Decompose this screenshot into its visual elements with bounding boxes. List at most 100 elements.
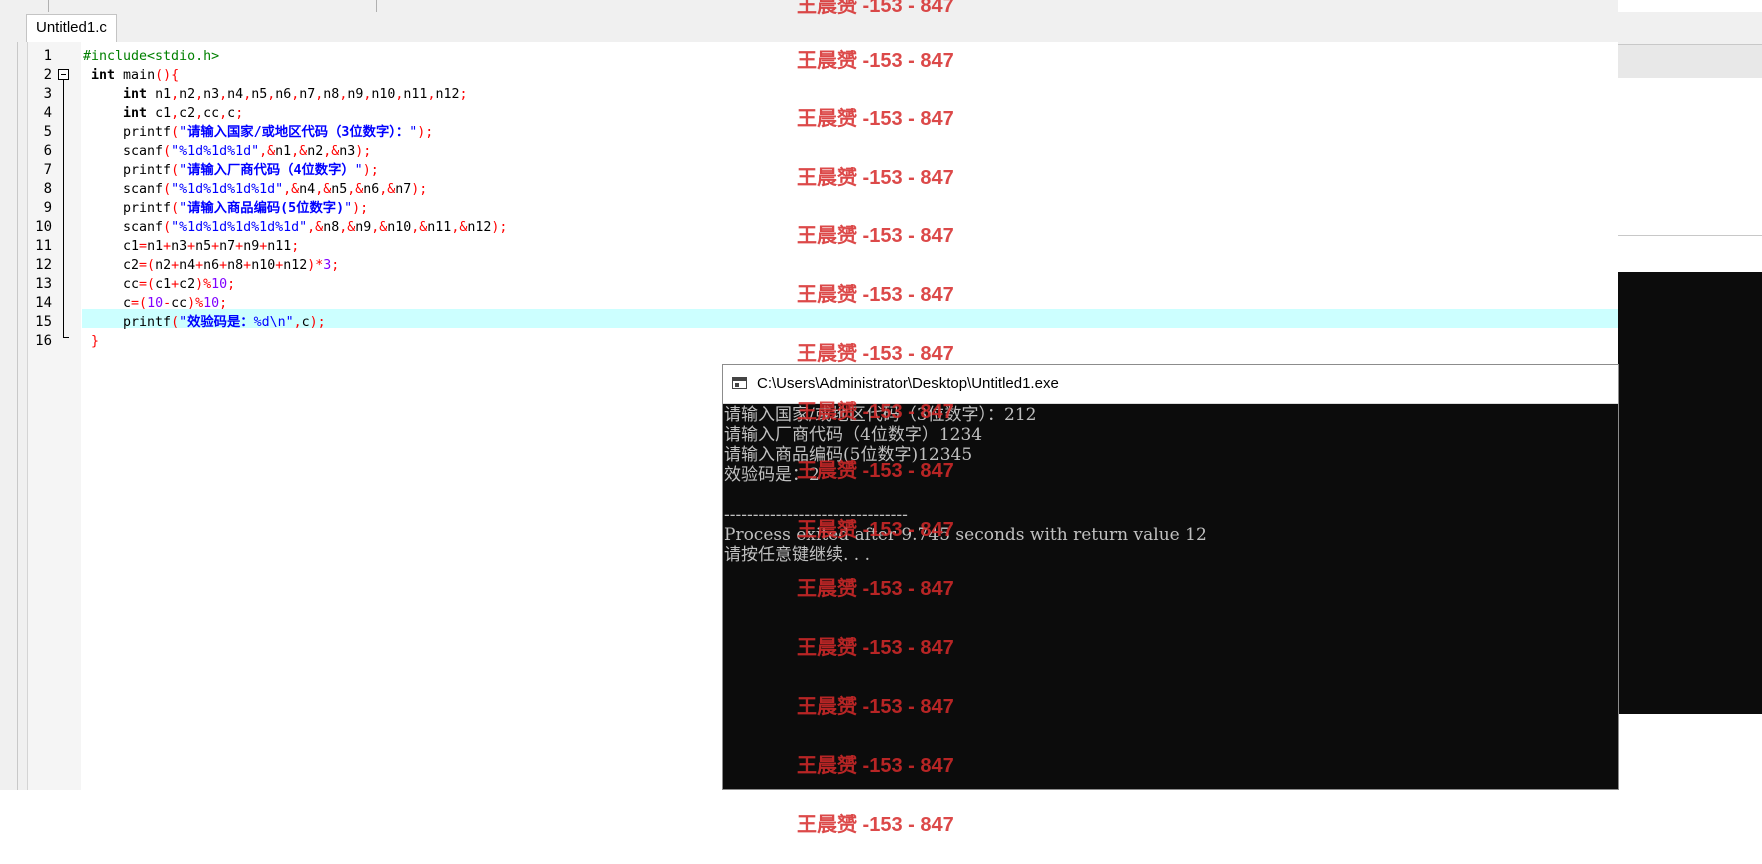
watermark-text: 王晨赟 -153 - 847 [797, 696, 954, 718]
code-token: + [163, 239, 172, 254]
code-token: " [344, 201, 353, 216]
console-app-icon [732, 377, 747, 389]
code-line[interactable]: printf("请输入商品编码(5位数字)"); [83, 199, 368, 218]
code-token: n11 [403, 87, 428, 102]
code-line[interactable]: printf("效验码是：%d\n",c); [83, 313, 326, 332]
code-token: ; [459, 87, 468, 102]
code-line[interactable]: #include<stdio.h> [83, 47, 219, 66]
code-line[interactable]: scanf("%1d%1d%1d",&n1,&n2,&n3); [83, 142, 371, 161]
code-token: ( [171, 315, 180, 330]
code-line[interactable]: printf("请输入厂商代码（4位数字）"); [83, 161, 379, 180]
code-token: printf [83, 125, 172, 140]
code-token: , [219, 106, 228, 121]
code-token: n10 [371, 87, 396, 102]
code-token: c [301, 315, 310, 330]
code-token: n4 [179, 258, 196, 273]
code-token: ,& [371, 220, 388, 235]
code-token: n10 [251, 258, 276, 273]
code-token: scanf [83, 220, 164, 235]
line-number: 13 [35, 276, 52, 292]
code-token: )% [195, 277, 212, 292]
code-token: 请输入商品编码(5位数字) [187, 201, 345, 216]
code-token: 10 [203, 296, 220, 311]
code-token: n12 [283, 258, 308, 273]
console-title-bar[interactable]: C:\Users\Administrator\Desktop\Untitled1… [723, 365, 1618, 404]
code-token: = [139, 239, 148, 254]
code-token: ( [163, 182, 172, 197]
watermark-text: 王晨赟 -153 - 847 [797, 814, 954, 836]
code-token: ,& [347, 182, 364, 197]
code-token: "%1d%1d%1d" [171, 144, 260, 159]
code-token: ( [171, 163, 180, 178]
code-token: ,& [323, 144, 340, 159]
code-token: 请输入国家/或地区代码（3位数字）： [187, 125, 410, 140]
code-token: n3 [203, 87, 220, 102]
watermark-text: 王晨赟 -153 - 847 [797, 343, 954, 365]
code-token: ); [355, 144, 372, 159]
code-token: c1 [83, 239, 140, 254]
code-token: 效验码是： [187, 315, 254, 330]
code-token: n2 [307, 144, 324, 159]
code-token: , [293, 315, 302, 330]
line-number: 12 [35, 257, 52, 273]
code-line[interactable]: int n1,n2,n3,n4,n5,n6,n7,n8,n9,n10,n11,n… [83, 85, 468, 104]
line-number: 6 [43, 143, 52, 159]
code-line[interactable]: int c1,c2,cc,c; [83, 104, 243, 123]
code-token: c1 [155, 277, 172, 292]
console-line: 请输入厂商代码（4位数字）1234 [724, 425, 983, 445]
code-token: ); [417, 125, 434, 140]
code-token: %d\n" [253, 315, 294, 330]
code-token: ); [362, 163, 379, 178]
code-token: n2 [155, 258, 172, 273]
fold-end-marker [63, 337, 69, 338]
code-token: , [195, 106, 204, 121]
code-line[interactable]: cc=(c1+c2)%10; [83, 275, 235, 294]
code-token: ,& [283, 182, 300, 197]
code-line[interactable]: printf("请输入国家/或地区代码（3位数字）："); [83, 123, 433, 142]
fold-guide-line [63, 80, 64, 337]
code-token: ( [163, 220, 172, 235]
code-line[interactable]: } [83, 332, 99, 351]
line-number: 14 [35, 295, 52, 311]
code-token: n12 [467, 220, 492, 235]
code-token: , [219, 87, 228, 102]
console-title: C:\Users\Administrator\Desktop\Untitled1… [757, 375, 1059, 392]
right-panel-content [1618, 78, 1762, 236]
code-token: " [179, 125, 188, 140]
code-token: "%1d%1d%1d%1d" [171, 182, 284, 197]
code-token: c2 [83, 258, 140, 273]
tab-untitled1-c[interactable]: Untitled1.c [26, 14, 117, 42]
fold-toggle-icon[interactable] [58, 69, 69, 80]
code-token: n4 [299, 182, 316, 197]
code-token: n2 [179, 87, 196, 102]
code-token: c2 [179, 277, 196, 292]
code-line[interactable]: c1=n1+n3+n5+n7+n9+n11; [83, 237, 299, 256]
code-token: - [163, 296, 172, 311]
code-line[interactable]: scanf("%1d%1d%1d%1d",&n4,&n5,&n6,&n7); [83, 180, 427, 199]
code-token: ; [291, 239, 300, 254]
code-token: 10 [147, 296, 164, 311]
code-token: ,& [451, 220, 468, 235]
code-token: ,& [307, 220, 324, 235]
code-token: n6 [203, 258, 220, 273]
code-token: + [235, 239, 244, 254]
code-token: 10 [211, 277, 228, 292]
code-token: n7 [299, 87, 316, 102]
watermark-text: 王晨赟 -153 - 847 [797, 519, 954, 541]
right-panel-header [1618, 12, 1762, 45]
watermark-text: 王晨赟 -153 - 847 [797, 284, 954, 306]
code-line[interactable]: scanf("%1d%1d%1d%1d%1d",&n8,&n9,&n10,&n1… [83, 218, 507, 237]
code-token: + [219, 258, 228, 273]
code-line[interactable]: int main(){ [83, 66, 179, 85]
code-token: ,& [315, 182, 332, 197]
code-token: scanf [83, 144, 164, 159]
code-token: n6 [275, 87, 292, 102]
code-line[interactable]: c=(10-cc)%10; [83, 294, 227, 313]
code-line[interactable]: c2=(n2+n4+n6+n8+n10+n12)*3; [83, 256, 339, 275]
code-token: n3 [171, 239, 188, 254]
code-token: ,& [411, 220, 428, 235]
code-token: , [195, 87, 204, 102]
code-token: n9 [355, 220, 372, 235]
